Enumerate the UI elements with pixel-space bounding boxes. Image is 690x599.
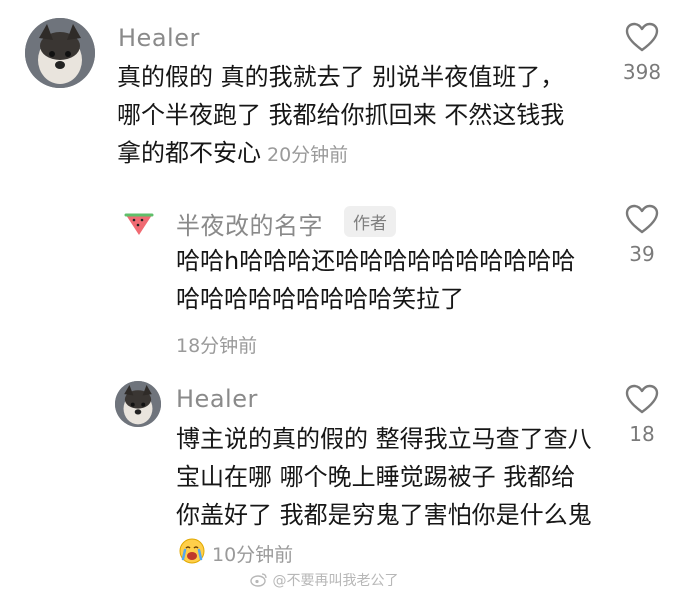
like-button[interactable]: 39 <box>602 204 682 266</box>
weibo-logo-icon <box>250 573 267 587</box>
username[interactable]: Healer <box>176 385 258 413</box>
crying-face-emoji <box>179 538 205 564</box>
watermelon-icon <box>124 213 154 235</box>
comment-thread: Healer 真的假的 真的我就去了 别说半夜值班了，哪个半夜跑了 我都给你抓回… <box>0 0 690 599</box>
heart-outline-icon <box>625 204 659 234</box>
timestamp: 18分钟前 <box>176 335 258 357</box>
username[interactable]: Healer <box>118 24 200 52</box>
avatar[interactable] <box>115 381 161 427</box>
like-count: 39 <box>629 242 655 266</box>
avatar[interactable] <box>122 205 156 239</box>
comment-text: 哈哈h哈哈哈还哈哈哈哈哈哈哈哈哈哈哈哈哈哈哈哈哈哈哈笑拉了 <box>176 247 576 313</box>
timestamp: 10分钟前 <box>212 544 294 566</box>
heart-outline-icon <box>625 22 659 52</box>
comment-text: 真的假的 真的我就去了 别说半夜值班了，哪个半夜跑了 我都给你抓回来 不然这钱我… <box>117 58 587 174</box>
watermark: @不要再叫我老公了 <box>250 570 398 590</box>
avatar[interactable] <box>25 18 95 88</box>
comment-text: 博主说的真的假的 整得我立马查了查八宝山在哪 哪个晚上睡觉踢被子 我都给你盖好了… <box>176 420 596 574</box>
timestamp: 20分钟前 <box>267 144 349 166</box>
dog-avatar-icon <box>115 381 161 427</box>
heart-outline-icon <box>625 384 659 414</box>
comment-body: 博主说的真的假的 整得我立马查了查八宝山在哪 哪个晚上睡觉踢被子 我都给你盖好了… <box>176 425 592 529</box>
like-count: 18 <box>629 422 655 446</box>
author-badge: 作者 <box>344 206 396 237</box>
like-count: 398 <box>622 60 662 84</box>
username[interactable]: 半夜改的名字 <box>176 206 323 241</box>
dog-avatar-icon <box>25 18 95 88</box>
watermark-text: @不要再叫我老公了 <box>272 573 399 589</box>
like-button[interactable]: 398 <box>602 22 682 84</box>
like-button[interactable]: 18 <box>602 384 682 446</box>
